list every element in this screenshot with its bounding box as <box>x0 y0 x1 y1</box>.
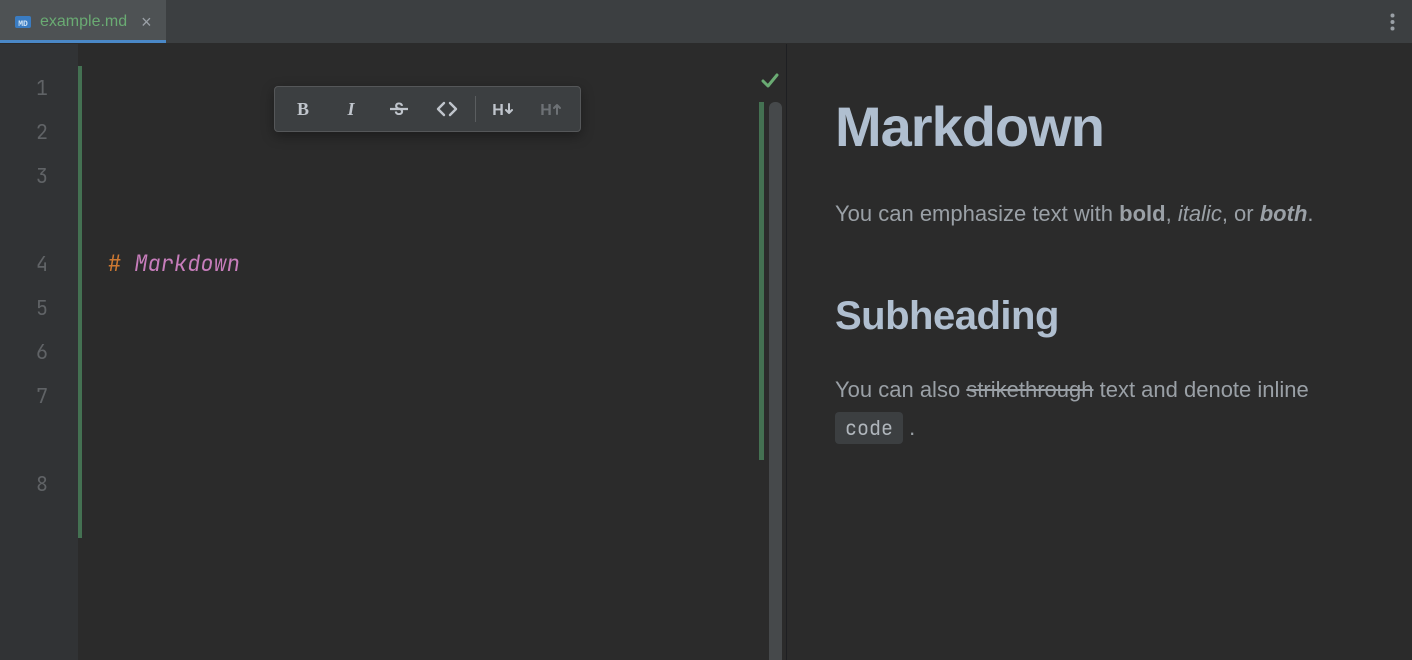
bold-button[interactable]: B <box>279 89 327 129</box>
line-number: 4 <box>0 242 78 286</box>
line-number: 8 <box>0 462 78 506</box>
header-down-button[interactable]: H <box>480 89 528 129</box>
text: . <box>1307 201 1313 226</box>
bold-italic-text: both <box>1260 201 1308 226</box>
code-area[interactable]: # Markdown You can emphasize text with *… <box>78 44 786 660</box>
editor-pane: 1 2 3 4 5 6 7 8 # Markdown You can empha… <box>0 44 786 660</box>
italic-text: italic <box>1178 201 1222 226</box>
svg-text:I: I <box>346 99 355 119</box>
tab-filename: example.md <box>40 13 127 31</box>
header-up-button: H <box>528 89 576 129</box>
heading-text: Markdown <box>134 249 240 278</box>
tab-bar: MD example.md × <box>0 0 1412 44</box>
text: . <box>903 415 915 440</box>
bold-text: bold <box>1119 201 1165 226</box>
strike-text: strikethrough <box>966 377 1093 402</box>
inspection-ok-icon[interactable] <box>760 70 780 95</box>
heading-marker: # <box>108 249 121 278</box>
line-number: 7 <box>0 374 78 462</box>
text <box>121 249 134 278</box>
text: You can also <box>835 377 966 402</box>
preview-h1: Markdown <box>835 94 1364 159</box>
inline-code: code <box>835 412 903 444</box>
toolbar-separator <box>475 96 476 122</box>
svg-text:MD: MD <box>18 20 28 29</box>
preview-paragraph: You can emphasize text with bold, italic… <box>835 195 1364 234</box>
editor-right-strip <box>756 44 786 660</box>
preview-paragraph: You can also strikethrough text and deno… <box>835 371 1364 448</box>
markdown-file-icon: MD <box>14 13 32 31</box>
line-number: 6 <box>0 330 78 374</box>
preview-h2: Subheading <box>835 294 1364 339</box>
close-tab-icon[interactable]: × <box>141 13 152 31</box>
text: text and denote inline <box>1093 377 1308 402</box>
line-number: 2 <box>0 110 78 154</box>
code-line[interactable]: # Markdown <box>108 242 786 286</box>
svg-text:H: H <box>540 102 552 119</box>
text: , <box>1166 201 1178 226</box>
strikethrough-button[interactable]: S <box>375 89 423 129</box>
code-line[interactable] <box>108 462 786 506</box>
vertical-scrollbar[interactable] <box>769 102 782 660</box>
preview-pane: Markdown You can emphasize text with bol… <box>786 44 1412 660</box>
tab-overflow-button[interactable] <box>1372 0 1412 43</box>
svg-text:H: H <box>492 102 504 119</box>
svg-text:B: B <box>297 99 309 119</box>
line-number: 1 <box>0 66 78 110</box>
text: You can emphasize text with <box>835 201 1119 226</box>
line-number: 5 <box>0 286 78 330</box>
gutter: 1 2 3 4 5 6 7 8 <box>0 44 78 660</box>
code-button[interactable] <box>423 89 471 129</box>
tab-example-md[interactable]: MD example.md × <box>0 0 166 43</box>
italic-button[interactable]: I <box>327 89 375 129</box>
error-stripe <box>759 102 764 460</box>
format-toolbar: B I S H H <box>274 86 581 132</box>
line-number: 3 <box>0 154 78 242</box>
text: , or <box>1222 201 1260 226</box>
